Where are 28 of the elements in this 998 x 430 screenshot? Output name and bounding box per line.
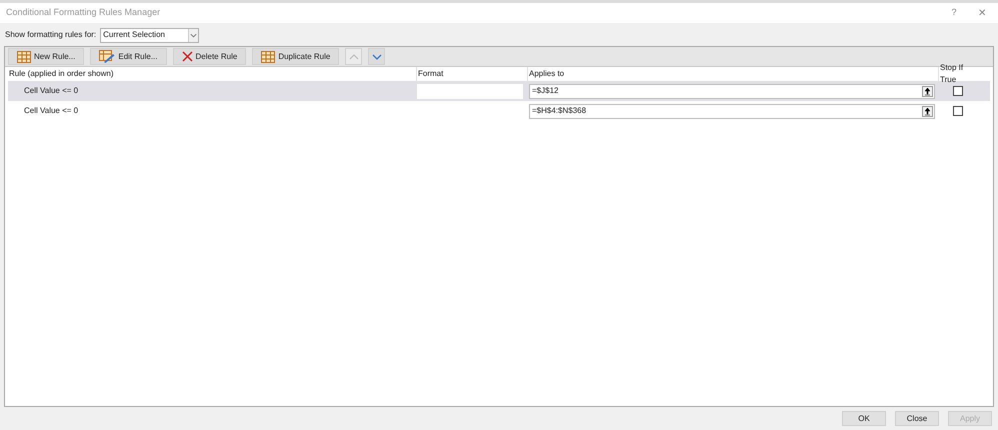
dialog-button[interactable]: OK [842, 411, 886, 426]
show-rules-label: Show formatting rules for: [5, 29, 96, 41]
applies-to-field[interactable]: =$H$4:$N$368 [529, 104, 935, 118]
stop-if-true-checkbox[interactable] [953, 86, 963, 96]
toolbar-button[interactable]: New Rule... [8, 48, 84, 65]
rule-text: Cell Value <= 0 [23, 105, 80, 117]
window-title: Conditional Formatting Rules Manager [6, 6, 160, 20]
chevron-up-icon [348, 54, 359, 60]
table-pencil-icon [99, 50, 116, 63]
toolbar-button[interactable]: Duplicate Rule [252, 48, 340, 65]
toolbar-button[interactable]: Edit Rule... [90, 48, 166, 65]
close-button[interactable]: ✕ [972, 6, 992, 20]
dialog-button[interactable]: Close [895, 411, 939, 426]
chevron-down-icon [372, 54, 382, 60]
rule-row[interactable]: Cell Value <= 0 =$J$12 [8, 81, 990, 101]
collapse-icon[interactable] [922, 106, 933, 116]
x-icon [182, 51, 192, 62]
chevron-down-icon [188, 28, 198, 42]
table-icon [17, 50, 31, 62]
applies-to-field[interactable]: =$J$12 [529, 84, 935, 98]
show-rules-dropdown[interactable]: Current Selection [100, 28, 200, 42]
rule-text: Cell Value <= 0 [23, 85, 80, 97]
toolbar-button[interactable]: Delete Rule [172, 48, 246, 65]
move-down-button[interactable] [368, 48, 386, 65]
table-icon [261, 50, 276, 62]
stop-if-true-checkbox[interactable] [953, 106, 963, 116]
help-button[interactable]: ? [944, 6, 964, 20]
collapse-icon[interactable] [922, 86, 933, 96]
